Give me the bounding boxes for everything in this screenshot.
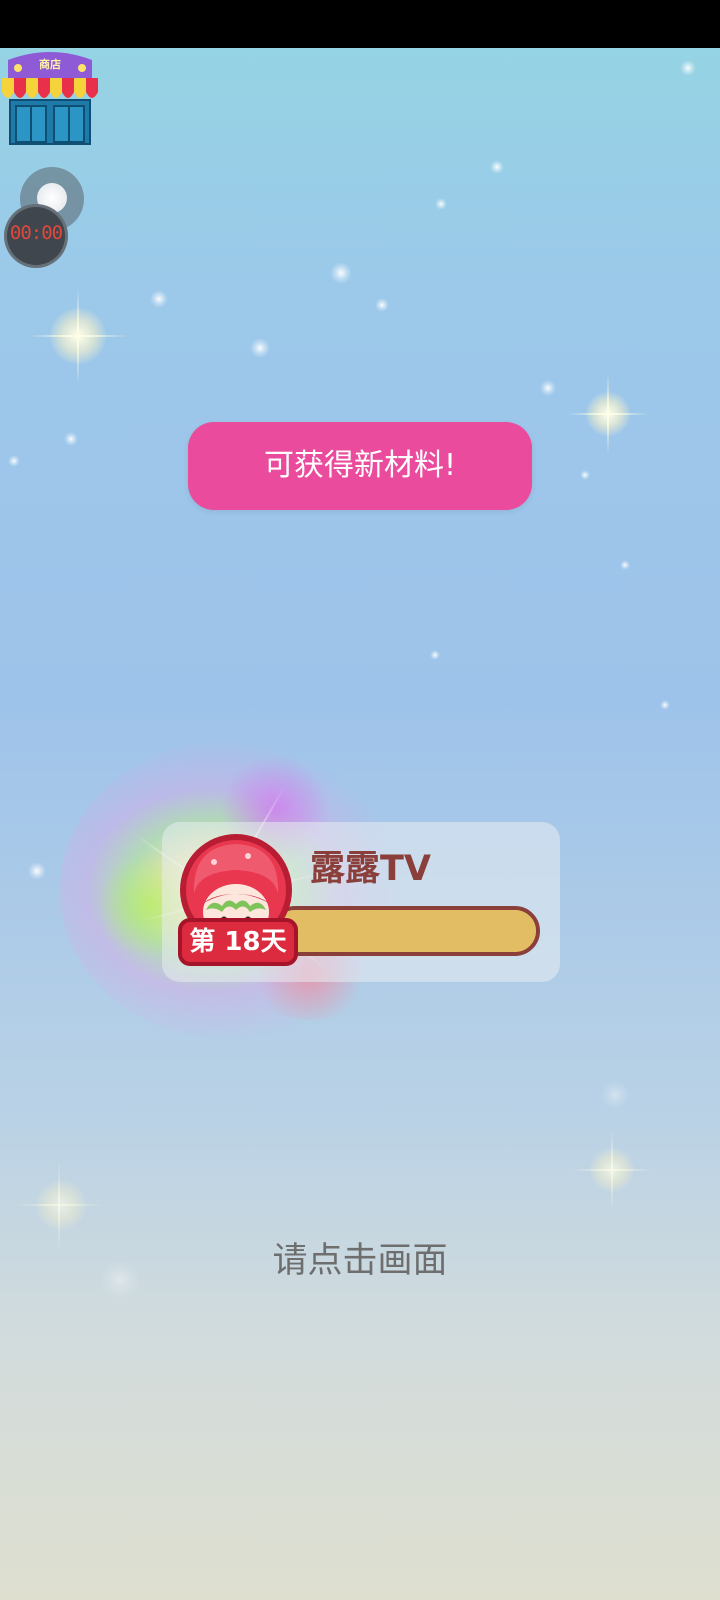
sparkle bbox=[375, 298, 389, 312]
sparkle bbox=[680, 60, 696, 76]
new-material-banner: 可获得新材料! bbox=[188, 422, 532, 510]
sparkle bbox=[64, 432, 78, 446]
sparkle bbox=[490, 160, 504, 174]
sparkle bbox=[150, 290, 168, 308]
star-flare bbox=[28, 288, 128, 384]
shop-button[interactable]: 商店 bbox=[0, 48, 100, 148]
sparkle bbox=[330, 262, 352, 284]
star-flare bbox=[568, 374, 648, 454]
banner-text: 可获得新材料! bbox=[263, 448, 457, 483]
progress-bar bbox=[270, 906, 540, 956]
sparkle bbox=[660, 700, 670, 710]
character-name: 露露TV bbox=[310, 849, 431, 889]
sparkle bbox=[580, 470, 590, 480]
sparkle bbox=[28, 862, 46, 880]
day-label: 第 18天 bbox=[189, 927, 287, 957]
status-bar bbox=[0, 0, 720, 48]
sparkle bbox=[600, 1080, 630, 1110]
shop-label: 商店 bbox=[39, 58, 61, 71]
sparkle bbox=[435, 198, 447, 210]
sparkle bbox=[430, 650, 440, 660]
sparkle bbox=[540, 380, 556, 396]
progress-fill bbox=[274, 910, 536, 952]
sparkle bbox=[250, 338, 270, 358]
star-flare bbox=[572, 1130, 652, 1210]
sparkle bbox=[620, 560, 630, 570]
tap-screen-hint: 请点击画面 bbox=[272, 1241, 448, 1281]
sparkle bbox=[8, 455, 20, 467]
timer-text: 00:00 bbox=[9, 222, 63, 244]
